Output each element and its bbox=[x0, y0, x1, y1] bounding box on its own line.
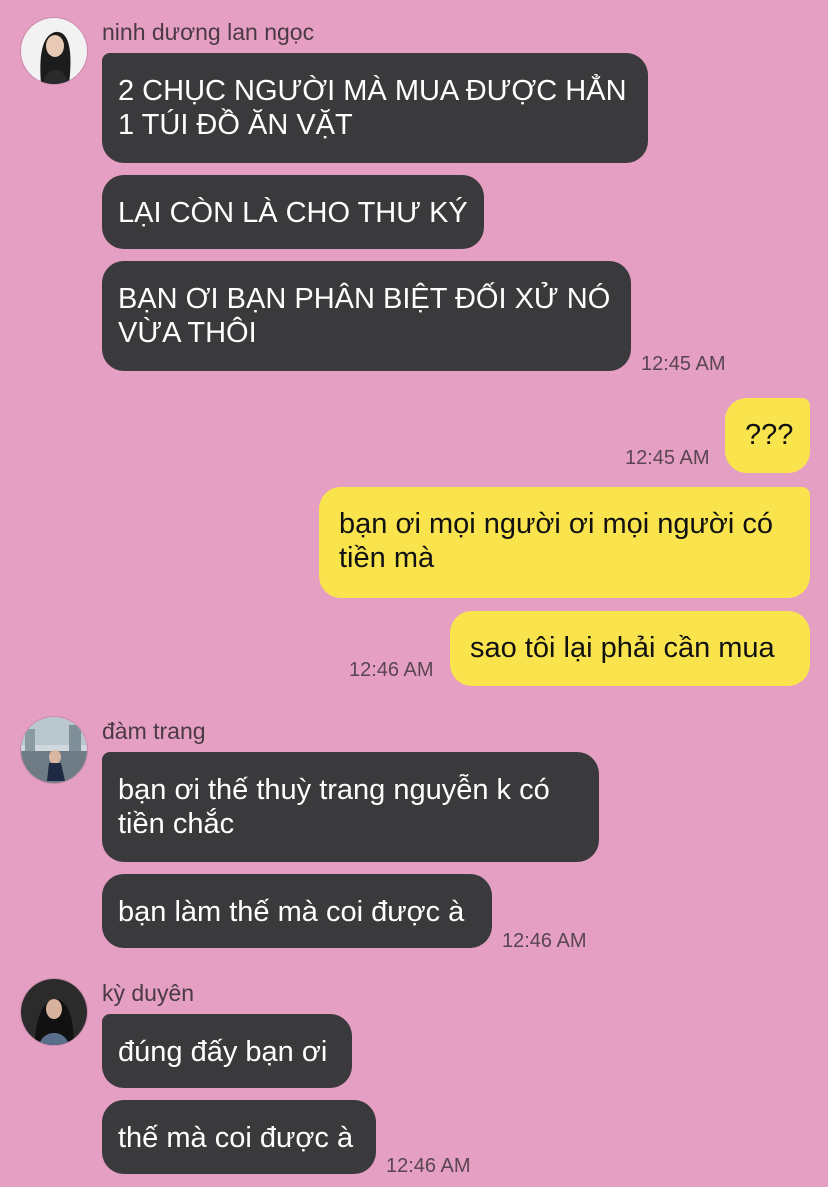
profile-photo-icon bbox=[21, 717, 87, 783]
sender-name: đàm trang bbox=[102, 718, 206, 744]
message-bubble[interactable]: bạn ơi thế thuỳ trang nguyễn k có tiền c… bbox=[102, 752, 599, 862]
message-bubble[interactable]: BẠN ƠI BẠN PHÂN BIỆT ĐỐI XỬ NÓ VỪA THÔI bbox=[102, 261, 631, 371]
profile-photo-icon bbox=[21, 979, 87, 1045]
message-bubble[interactable]: thế mà coi được à bbox=[102, 1100, 376, 1174]
message-timestamp: 12:46 AM bbox=[386, 1155, 471, 1177]
message-timestamp: 12:46 AM bbox=[502, 930, 587, 952]
message-timestamp: 12:46 AM bbox=[349, 659, 434, 681]
message-bubble[interactable]: bạn làm thế mà coi được à bbox=[102, 874, 492, 948]
message-timestamp: 12:45 AM bbox=[625, 447, 710, 469]
avatar-ky-duyen[interactable] bbox=[20, 978, 88, 1046]
message-timestamp: 12:45 AM bbox=[641, 353, 726, 375]
avatar-ninh-duong-lan-ngoc[interactable] bbox=[20, 17, 88, 85]
message-bubble-outgoing[interactable]: ??? bbox=[725, 398, 810, 473]
message-bubble[interactable]: 2 CHỤC NGƯỜI MÀ MUA ĐƯỢC HẲN 1 TÚI ĐỒ ĂN… bbox=[102, 53, 648, 163]
profile-photo-icon bbox=[21, 18, 87, 84]
avatar-dam-trang[interactable] bbox=[20, 716, 88, 784]
message-bubble-outgoing[interactable]: sao tôi lại phải cần mua bbox=[450, 611, 810, 686]
sender-name: ninh dương lan ngọc bbox=[102, 19, 315, 45]
message-bubble[interactable]: LẠI CÒN LÀ CHO THƯ KÝ bbox=[102, 175, 484, 249]
message-bubble-outgoing[interactable]: bạn ơi mọi người ơi mọi người có tiền mà bbox=[319, 487, 810, 598]
message-bubble[interactable]: đúng đấy bạn ơi bbox=[102, 1014, 352, 1088]
sender-name: kỳ duyên bbox=[102, 980, 195, 1006]
